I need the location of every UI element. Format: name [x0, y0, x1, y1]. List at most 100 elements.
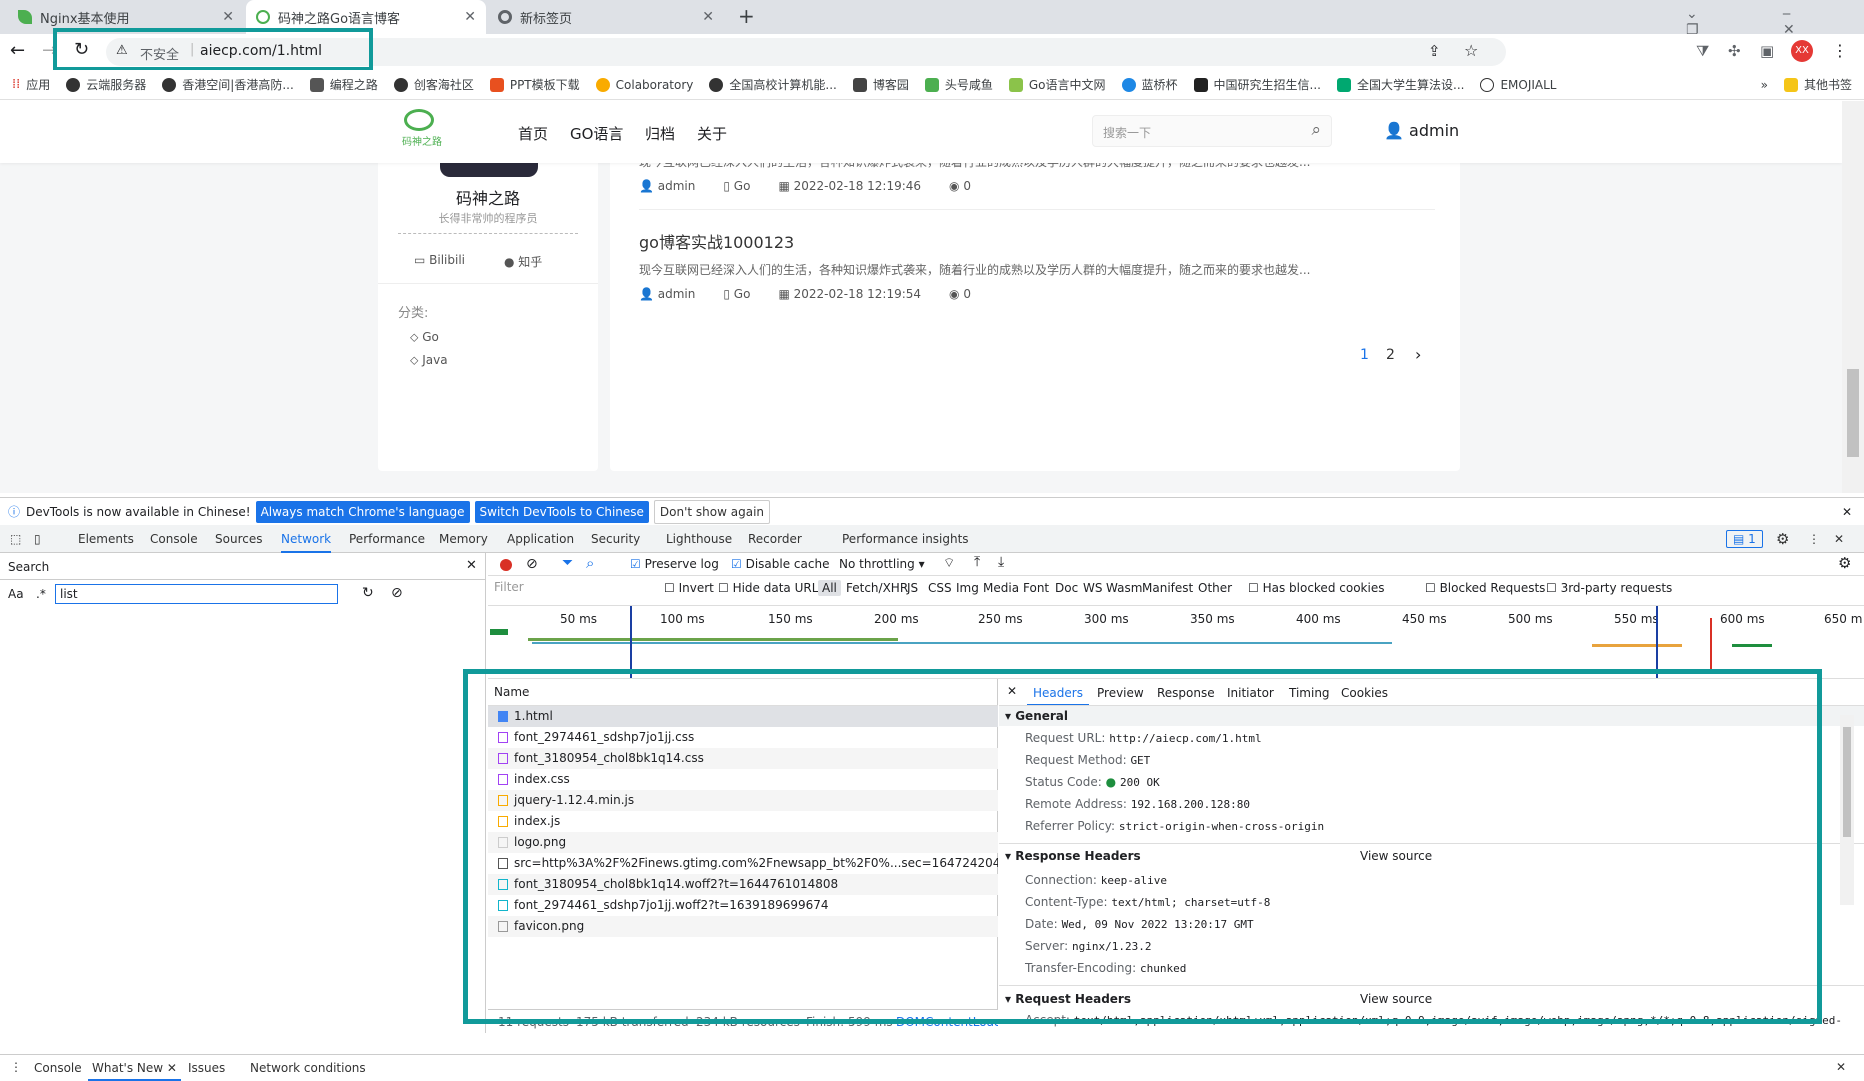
- type-filter-media[interactable]: Media: [983, 581, 1019, 595]
- close-tab-icon[interactable]: ✕: [464, 9, 476, 25]
- bookmark-item[interactable]: PPT模板下载: [489, 76, 580, 93]
- throttling-select[interactable]: No throttling ▾: [839, 557, 925, 571]
- refresh-icon[interactable]: ↻: [362, 585, 374, 601]
- scrollbar-thumb[interactable]: [1847, 369, 1859, 457]
- tab-security[interactable]: Security: [591, 525, 640, 553]
- drawer-menu-icon[interactable]: ⋮: [10, 1060, 22, 1074]
- more-icon[interactable]: ⋮: [1808, 525, 1820, 553]
- bookmark-item[interactable]: 全国高校计算机能...: [709, 76, 837, 93]
- switch-chinese-button[interactable]: Switch DevTools to Chinese: [474, 500, 649, 523]
- bilibili-link[interactable]: ▭ Bilibili: [414, 253, 465, 267]
- device-icon[interactable]: ▯: [34, 525, 41, 553]
- tab-recorder[interactable]: Recorder: [748, 525, 802, 553]
- bookmark-item[interactable]: Colaboratory: [595, 77, 693, 92]
- close-icon[interactable]: ✕: [167, 1061, 177, 1075]
- type-filter-other[interactable]: Other: [1198, 581, 1232, 595]
- filter-input[interactable]: Filter: [492, 580, 642, 598]
- download-icon[interactable]: ⤓: [998, 554, 1004, 570]
- dont-show-button[interactable]: Don't show again: [653, 499, 771, 524]
- type-filter-js[interactable]: JS: [907, 581, 918, 595]
- close-devtools-icon[interactable]: ✕: [1834, 525, 1844, 553]
- clear-log-icon[interactable]: ⊘: [526, 556, 538, 572]
- close-drawer-icon[interactable]: ✕: [1836, 1060, 1846, 1074]
- star-icon[interactable]: ☆: [1464, 41, 1478, 60]
- type-filter-wasm[interactable]: Wasm: [1106, 581, 1142, 595]
- blocked-requests-checkbox[interactable]: ☐ Blocked Requests: [1425, 581, 1545, 595]
- tab-network[interactable]: Network: [281, 525, 332, 553]
- type-filter-all[interactable]: All: [818, 580, 841, 596]
- category-java[interactable]: ⬦ Java: [410, 353, 448, 368]
- third-party-checkbox[interactable]: ☐ 3rd-party requests: [1546, 581, 1672, 595]
- close-icon[interactable]: ✕: [1842, 505, 1852, 519]
- preserve-log-checkbox[interactable]: ☑ Preserve log: [630, 557, 719, 571]
- bookmark-item[interactable]: 创客海社区: [393, 76, 474, 93]
- wifi-icon[interactable]: ⌔: [943, 555, 955, 571]
- page-1[interactable]: 1: [1360, 347, 1369, 363]
- tab-performance[interactable]: Performance: [349, 525, 425, 553]
- bookmark-item[interactable]: 博客园: [852, 76, 909, 93]
- next-page-icon[interactable]: ›: [1415, 345, 1421, 364]
- invert-checkbox[interactable]: ☐ Invert: [664, 581, 714, 595]
- tab-newtab[interactable]: 新标签页 ✕: [488, 0, 724, 34]
- has-blocked-checkbox[interactable]: ☐ Has blocked cookies: [1248, 581, 1384, 595]
- nav-about[interactable]: 关于: [697, 123, 727, 144]
- disable-cache-checkbox[interactable]: ☑ Disable cache: [731, 557, 829, 571]
- filter-icon[interactable]: ⏷: [562, 555, 573, 571]
- bookmark-item[interactable]: 全国大学生算法设...: [1337, 76, 1464, 93]
- bookmark-item[interactable]: 应用: [26, 76, 50, 93]
- regex-toggle[interactable]: .*: [36, 587, 46, 601]
- tab-sources[interactable]: Sources: [215, 525, 262, 553]
- search-network-icon[interactable]: ⌕: [586, 554, 594, 572]
- inspect-icon[interactable]: ⬚: [10, 525, 21, 553]
- page-scrollbar[interactable]: [1842, 101, 1864, 493]
- search-input[interactable]: 搜索一下: [1103, 124, 1151, 141]
- gear-icon[interactable]: ⚙: [1776, 525, 1789, 553]
- type-filter-font[interactable]: Font: [1023, 581, 1049, 595]
- bookmark-item[interactable]: 香港空间|香港高防...: [162, 76, 294, 93]
- network-settings-icon[interactable]: ⚙: [1838, 554, 1851, 572]
- other-bookmarks[interactable]: 其他书签: [1783, 76, 1852, 93]
- close-tab-icon[interactable]: ✕: [702, 9, 714, 25]
- bookmark-item[interactable]: 中国研究生招生信...: [1193, 76, 1321, 93]
- search-icon[interactable]: ⌕: [1311, 120, 1321, 140]
- close-search-icon[interactable]: ✕: [466, 558, 477, 573]
- menu-icon[interactable]: ⋮: [1832, 41, 1848, 60]
- avatar[interactable]: XX: [1791, 40, 1813, 62]
- bookmark-item[interactable]: 头号咸鱼: [924, 76, 993, 93]
- bookmark-item[interactable]: 编程之路: [309, 76, 378, 93]
- hide-data-urls-checkbox[interactable]: ☐ Hide data URLs: [718, 581, 825, 595]
- nav-archive[interactable]: 归档: [645, 123, 675, 144]
- search-input[interactable]: list: [55, 584, 338, 604]
- tab-memory[interactable]: Memory: [439, 525, 488, 553]
- page-2[interactable]: 2: [1386, 347, 1395, 363]
- logo[interactable]: 码神之路: [396, 109, 456, 148]
- site-search[interactable]: 搜索一下 ⌕: [1092, 115, 1332, 147]
- drawer-tab-console[interactable]: Console: [34, 1061, 82, 1075]
- bookmark-item[interactable]: 云端服务器: [66, 76, 146, 93]
- apps-icon[interactable]: ⁞⁞: [12, 77, 20, 92]
- drawer-tab-issues[interactable]: Issues: [188, 1061, 225, 1075]
- back-icon[interactable]: ←: [10, 40, 25, 61]
- type-filter-manifest[interactable]: Manifest: [1142, 581, 1193, 595]
- scrollbar-thumb[interactable]: [1843, 727, 1851, 837]
- clear-icon[interactable]: ⊘: [391, 585, 403, 601]
- type-filter-css[interactable]: CSS: [928, 581, 952, 595]
- new-tab-button[interactable]: +: [738, 4, 755, 28]
- tab-elements[interactable]: Elements: [78, 525, 134, 553]
- record-icon[interactable]: [500, 559, 512, 571]
- zhihu-link[interactable]: ● 知乎: [504, 253, 542, 270]
- bookmark-item[interactable]: 蓝桥杯: [1121, 76, 1178, 93]
- type-filter-fetch[interactable]: Fetch/XHR: [846, 581, 908, 595]
- share-icon[interactable]: ⇪: [1428, 42, 1441, 60]
- nav-go[interactable]: GO语言: [570, 123, 623, 144]
- drawer-tab-whats-new[interactable]: What's New ✕: [88, 1055, 181, 1081]
- bookmark-item[interactable]: Go语言中文网: [1008, 76, 1106, 93]
- sidepanel-icon[interactable]: ▣: [1760, 42, 1774, 60]
- nav-home[interactable]: 首页: [518, 123, 548, 144]
- puzzle-icon[interactable]: ✣: [1728, 42, 1741, 60]
- category-go[interactable]: ⬦ Go: [410, 330, 439, 345]
- post-title[interactable]: go博客实战1000123: [639, 229, 794, 253]
- bookmark-item[interactable]: EMOJIALL: [1480, 77, 1557, 92]
- tab-console[interactable]: Console: [150, 525, 198, 553]
- drawer-tab-network-conditions[interactable]: Network conditions: [250, 1061, 366, 1075]
